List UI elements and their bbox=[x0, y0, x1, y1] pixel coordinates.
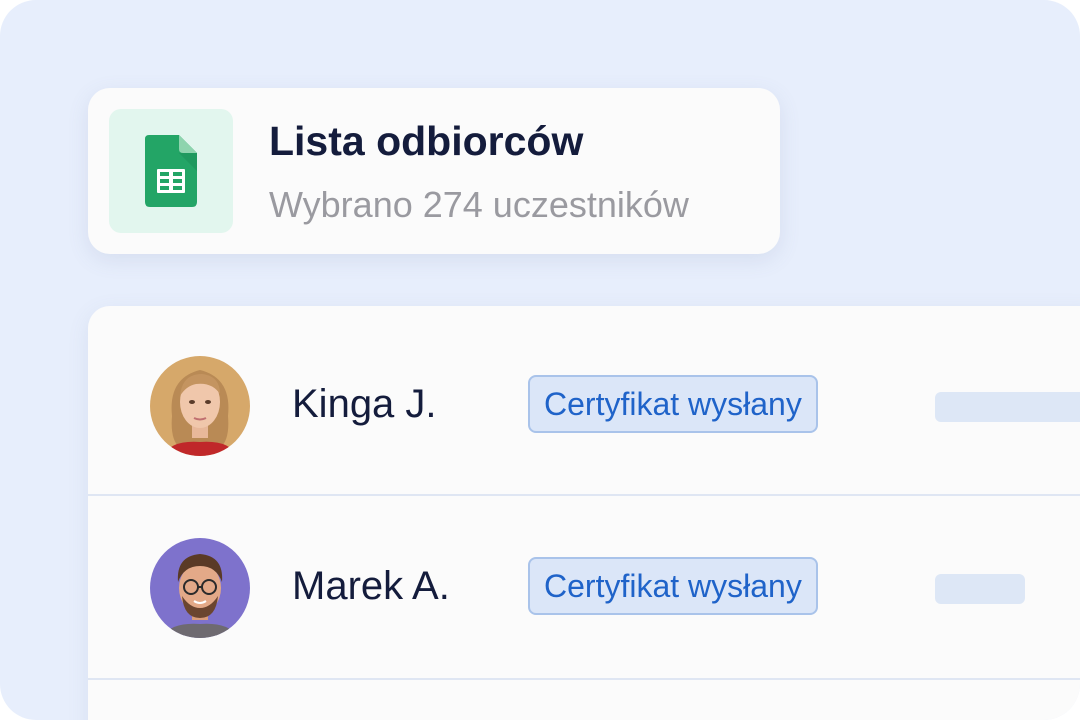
recipient-list-card[interactable]: Lista odbiorców Wybrano 274 uczestników bbox=[88, 88, 780, 254]
spreadsheet-tile bbox=[109, 109, 233, 233]
woman-portrait-icon bbox=[150, 356, 250, 456]
avatar bbox=[150, 356, 250, 456]
list-title: Lista odbiorców bbox=[269, 118, 584, 164]
table-row[interactable]: Marek A. Certyfikat wysłany bbox=[88, 496, 1080, 680]
selected-count-text: Wybrano 274 uczestników bbox=[269, 184, 689, 225]
man-with-glasses-portrait-icon bbox=[150, 538, 250, 638]
status-badge: Certyfikat wysłany bbox=[528, 557, 818, 615]
recipients-table: Kinga J. Certyfikat wysłany Marek A. Cer… bbox=[88, 306, 1080, 720]
recipient-name: Marek A. bbox=[292, 564, 450, 608]
placeholder-bar bbox=[935, 392, 1080, 422]
canvas: Lista odbiorców Wybrano 274 uczestników … bbox=[0, 0, 1080, 720]
recipient-name: Kinga J. bbox=[292, 382, 437, 426]
table-row[interactable]: Kinga J. Certyfikat wysłany bbox=[88, 306, 1080, 490]
status-badge: Certyfikat wysłany bbox=[528, 375, 818, 433]
google-sheets-icon bbox=[145, 135, 197, 207]
row-divider bbox=[88, 678, 1080, 680]
placeholder-bar bbox=[935, 574, 1025, 604]
avatar bbox=[150, 538, 250, 638]
